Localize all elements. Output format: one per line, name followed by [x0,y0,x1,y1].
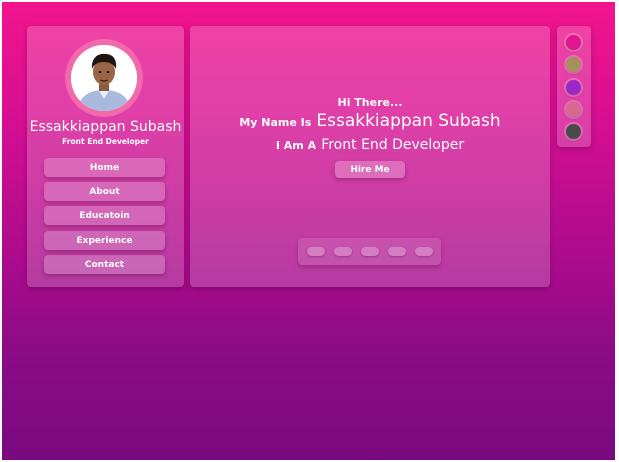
social-link-5[interactable] [415,247,433,256]
nav-about-button[interactable]: About [44,182,165,201]
profile-role: Front End Developer [62,137,149,146]
nav-contact-button[interactable]: Contact [44,255,165,274]
hero-name: Essakkiappan Subash [316,111,501,131]
theme-swatch-pink[interactable] [566,35,581,50]
page-background: Essakkiappan Subash Front End Developer … [2,2,615,460]
social-link-2[interactable] [334,247,352,256]
social-link-3[interactable] [361,247,379,256]
hero-greeting: Hi There... [337,96,403,109]
hero-role: Front End Developer [321,137,465,153]
hero-name-prefix: My Name Is [239,116,312,129]
avatar [71,45,137,111]
hire-me-button[interactable]: Hire Me [335,161,405,178]
social-link-4[interactable] [388,247,406,256]
nav-education-button[interactable]: Educatoin [44,206,165,225]
hero-role-prefix: I Am A [275,139,317,152]
profile-name: Essakkiappan Subash [29,119,182,135]
hero-role-line: I Am A Front End Developer [190,134,550,153]
theme-swatch-dark-gray[interactable] [566,124,581,139]
theme-switcher [557,26,591,147]
avatar-photo [71,45,137,111]
theme-swatch-coral[interactable] [566,102,581,117]
nav-home-button[interactable]: Home [44,158,165,177]
hero-name-line: My Name Is Essakkiappan Subash [190,111,550,131]
avatar-ring [66,40,142,116]
nav-experience-button[interactable]: Experience [44,231,165,250]
theme-swatch-purple[interactable] [566,80,581,95]
theme-swatch-olive[interactable] [566,57,581,72]
hero-panel: Hi There... My Name Is Essakkiappan Suba… [190,26,550,287]
social-link-1[interactable] [307,247,325,256]
social-links-bar [298,238,441,265]
profile-sidebar: Essakkiappan Subash Front End Developer … [27,26,184,287]
